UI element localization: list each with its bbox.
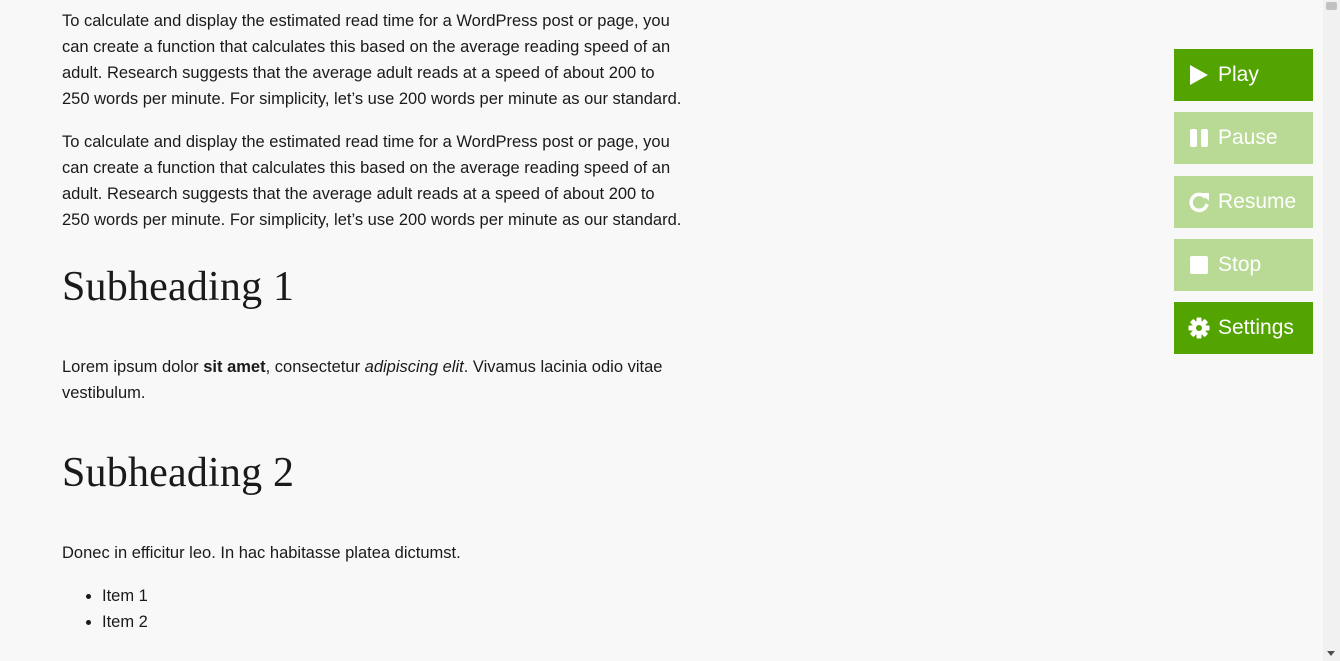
scrollbar-thumb[interactable] (1326, 2, 1337, 10)
page-scrollbar[interactable] (1323, 0, 1340, 661)
redo-icon (1188, 191, 1210, 213)
play-icon (1188, 64, 1210, 86)
pause-button[interactable]: Pause (1174, 112, 1313, 165)
settings-label: Settings (1218, 316, 1294, 340)
resume-button[interactable]: Resume (1174, 175, 1313, 228)
lorem-text-2: , consectetur (265, 358, 365, 376)
audio-player-controls: Play Pause Resume Stop Settings (1174, 49, 1313, 365)
pause-label: Pause (1218, 126, 1278, 150)
pause-icon (1188, 127, 1210, 149)
list-item: Item 2 (102, 609, 682, 635)
stop-icon (1188, 254, 1210, 276)
list-item: Item 1 (102, 583, 682, 609)
scroll-down-arrow-icon[interactable] (1327, 651, 1335, 656)
stop-label: Stop (1218, 252, 1262, 276)
subheading-1: Subheading 1 (62, 264, 295, 310)
article-paragraph-2: To calculate and display the estimated r… (62, 133, 682, 229)
article-paragraph-1: To calculate and display the estimated r… (62, 12, 682, 108)
stop-button[interactable]: Stop (1174, 238, 1313, 291)
settings-button[interactable]: Settings (1174, 302, 1313, 355)
lorem-text-1: Lorem ipsum dolor (62, 358, 204, 376)
resume-label: Resume (1218, 189, 1297, 213)
item-list: Item 1 Item 2 (62, 583, 682, 635)
article-paragraph-3: Donec in efficitur leo. In hac habitasse… (62, 544, 461, 562)
lorem-bold-text: sit amet (203, 358, 266, 376)
subheading-2: Subheading 2 (62, 450, 295, 496)
play-button[interactable]: Play (1174, 49, 1313, 101)
gear-icon (1188, 317, 1210, 339)
lorem-paragraph: Lorem ipsum dolor sit amet, consectetur … (62, 354, 682, 406)
article-content: To calculate and display the estimated r… (62, 8, 682, 635)
lorem-italic-text: adipiscing elit (364, 358, 464, 376)
play-label: Play (1218, 63, 1259, 86)
